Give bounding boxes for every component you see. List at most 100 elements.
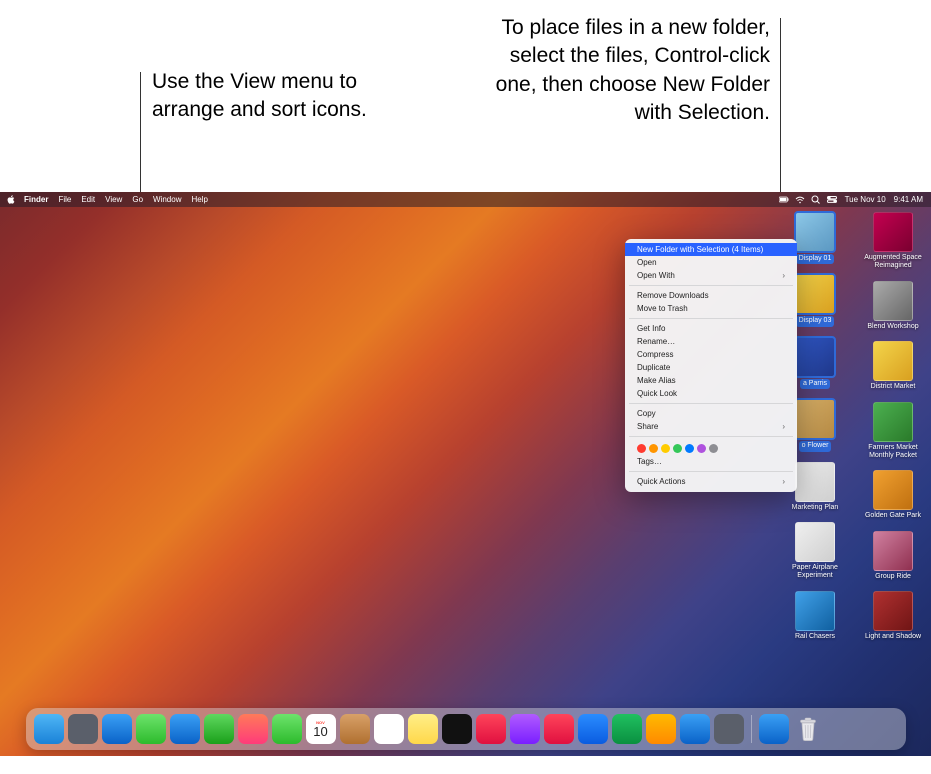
dock-calendar-icon[interactable]: NOV10	[306, 714, 336, 744]
desktop-icon[interactable]: Farmers Market Monthly Packet	[861, 402, 925, 461]
dock-numbers-icon[interactable]	[612, 714, 642, 744]
wifi-icon[interactable]	[795, 195, 805, 205]
dock-pages-icon[interactable]	[646, 714, 676, 744]
ctx-item-label: Remove Downloads	[637, 291, 709, 300]
file-label: Paper Airplane Experiment	[783, 564, 847, 581]
dock-settings-icon[interactable]	[714, 714, 744, 744]
file-label: Marketing Plan	[792, 504, 839, 512]
context-menu: New Folder with Selection (4 Items) Open O…	[625, 239, 797, 492]
dock-mail-icon[interactable]	[170, 714, 200, 744]
dock-trash-icon[interactable]	[793, 714, 823, 744]
desktop-icon[interactable]: Light and Shadow	[861, 591, 925, 641]
file-label: Augmented Space Reimagined	[861, 254, 925, 271]
menu-go[interactable]: Go	[127, 195, 148, 204]
dock-messages-icon[interactable]	[136, 714, 166, 744]
ctx-item[interactable]: Make Alias	[625, 374, 797, 387]
menubar-status: Tue Nov 10 9:41 AM	[779, 195, 925, 205]
dock-safari-icon[interactable]	[102, 714, 132, 744]
tag-swatch[interactable]	[637, 444, 646, 453]
ctx-item[interactable]: Quick Actions›	[625, 475, 797, 488]
ctx-item-label: Open With	[637, 271, 675, 280]
menu-view[interactable]: View	[100, 195, 127, 204]
ctx-item-label: Quick Look	[637, 389, 677, 398]
tag-swatch[interactable]	[709, 444, 718, 453]
dock-photos-icon[interactable]	[238, 714, 268, 744]
file-thumb	[873, 591, 913, 631]
tag-swatch[interactable]	[649, 444, 658, 453]
file-thumb	[795, 274, 835, 314]
callout-right: To place files in a new folder, select t…	[470, 14, 770, 127]
dock-keynote-icon[interactable]	[578, 714, 608, 744]
ctx-item[interactable]: Duplicate	[625, 361, 797, 374]
desktop-icon[interactable]: District Market	[861, 341, 925, 391]
file-thumb	[873, 402, 913, 442]
tag-swatch[interactable]	[697, 444, 706, 453]
ctx-item-label: Duplicate	[637, 363, 670, 372]
ctx-item-label: Get Info	[637, 324, 665, 333]
desktop-icon[interactable]: Augmented Space Reimagined	[861, 212, 925, 271]
ctx-item-label: Open	[637, 258, 657, 267]
file-thumb	[795, 591, 835, 631]
menu-edit[interactable]: Edit	[76, 195, 100, 204]
ctx-item[interactable]: Quick Look	[625, 387, 797, 400]
file-thumb	[795, 212, 835, 252]
tag-swatch[interactable]	[685, 444, 694, 453]
desktop-icon[interactable]: Paper Airplane Experiment	[783, 522, 847, 581]
apple-menu-icon[interactable]	[6, 195, 15, 204]
ctx-item[interactable]: Move to Trash	[625, 302, 797, 315]
ctx-separator	[629, 285, 793, 286]
desktop[interactable]: Finder File Edit View Go Window Help Tue…	[0, 192, 931, 756]
ctx-item[interactable]: Open With›	[625, 269, 797, 282]
ctx-item[interactable]: Tags…	[625, 455, 797, 468]
menubar-app[interactable]: Finder	[19, 195, 53, 204]
menu-help[interactable]: Help	[186, 195, 212, 204]
desktop-icon[interactable]: Blend Workshop	[861, 281, 925, 331]
desktop-icon[interactable]: Golden Gate Park	[861, 470, 925, 520]
dock-music-icon[interactable]	[476, 714, 506, 744]
dock-maps-icon[interactable]	[204, 714, 234, 744]
ctx-new-folder-selection[interactable]: New Folder with Selection (4 Items)	[625, 243, 797, 256]
callout-leader-left	[140, 72, 141, 198]
ctx-item-label: Compress	[637, 350, 673, 359]
dock-notes-icon[interactable]	[408, 714, 438, 744]
dock-news-icon[interactable]	[544, 714, 574, 744]
ctx-item[interactable]: Share›	[625, 420, 797, 433]
desktop-icon[interactable]: Rail Chasers	[783, 591, 847, 641]
dock-launchpad-icon[interactable]	[68, 714, 98, 744]
tag-swatch[interactable]	[673, 444, 682, 453]
tag-swatch[interactable]	[661, 444, 670, 453]
control-center-icon[interactable]	[827, 195, 837, 205]
dock-facetime-icon[interactable]	[272, 714, 302, 744]
file-label: Display 03	[796, 316, 835, 326]
menu-file[interactable]: File	[53, 195, 76, 204]
ctx-item[interactable]: Copy	[625, 407, 797, 420]
ctx-separator	[629, 471, 793, 472]
ctx-separator	[629, 318, 793, 319]
dock-downloads-icon[interactable]	[759, 714, 789, 744]
spotlight-icon[interactable]	[811, 195, 821, 205]
ctx-item[interactable]: Compress	[625, 348, 797, 361]
ctx-item[interactable]: Rename…	[625, 335, 797, 348]
dock-podcasts-icon[interactable]	[510, 714, 540, 744]
file-label: a Parris	[800, 379, 830, 389]
menubar-date[interactable]: Tue Nov 10	[843, 195, 888, 204]
ctx-item-label: Quick Actions	[637, 477, 685, 486]
desktop-icon[interactable]: Group Ride	[861, 531, 925, 581]
callout-region: Use the View menu to arrange and sort ic…	[0, 0, 931, 192]
ctx-item[interactable]: Open	[625, 256, 797, 269]
menu-window[interactable]: Window	[148, 195, 186, 204]
dock-separator	[751, 715, 752, 743]
ctx-item[interactable]: Remove Downloads	[625, 289, 797, 302]
dock-tv-icon[interactable]	[442, 714, 472, 744]
dock-finder-icon[interactable]	[34, 714, 64, 744]
dock-contacts-icon[interactable]	[340, 714, 370, 744]
file-thumb	[873, 281, 913, 321]
file-label: Farmers Market Monthly Packet	[861, 444, 925, 461]
ctx-separator	[629, 403, 793, 404]
ctx-item[interactable]: Get Info	[625, 322, 797, 335]
dock-appstore-icon[interactable]	[680, 714, 710, 744]
file-label: o Flower	[799, 441, 832, 451]
dock-reminders-icon[interactable]	[374, 714, 404, 744]
menubar-time[interactable]: 9:41 AM	[894, 195, 925, 204]
battery-icon[interactable]	[779, 195, 789, 205]
